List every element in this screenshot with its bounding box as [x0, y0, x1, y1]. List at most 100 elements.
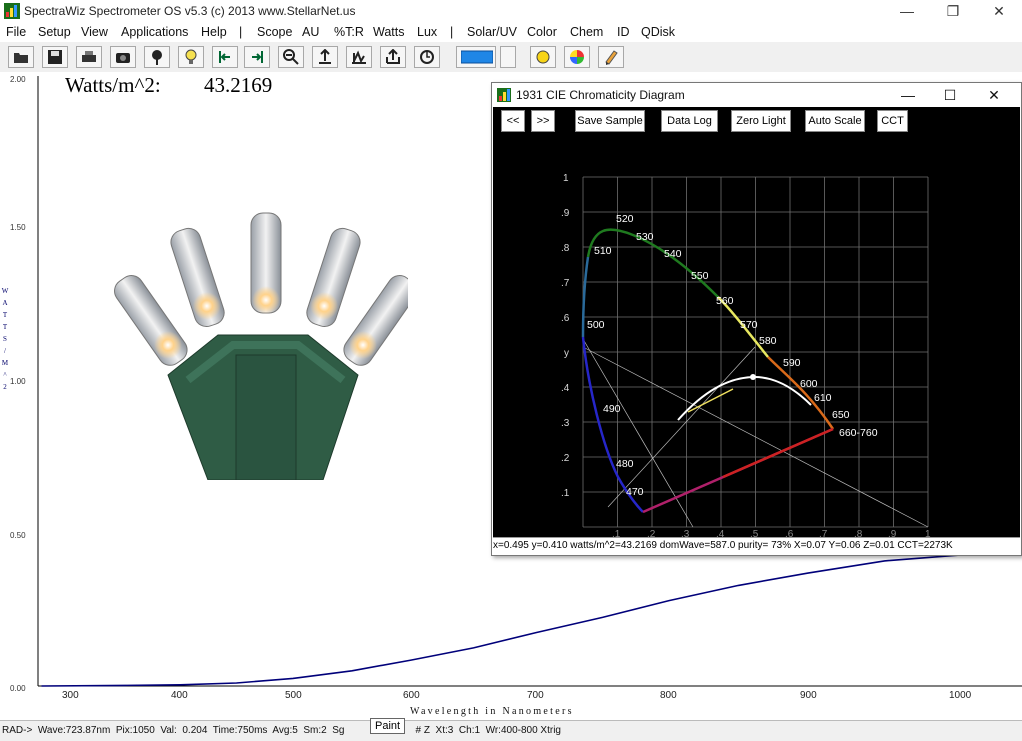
wavelength-label: 610	[814, 392, 832, 404]
wavelength-label: 520	[616, 213, 634, 225]
menu-applications[interactable]: Applications	[121, 25, 188, 39]
scroll-right-icon	[249, 49, 265, 65]
menu-view[interactable]: View	[81, 25, 108, 39]
cie-y-tick: .4	[561, 383, 570, 394]
cie-y-tick: 1	[563, 173, 569, 184]
cie-window-title: 1931 CIE Chromaticity Diagram	[516, 88, 685, 102]
pencil-button[interactable]	[598, 46, 624, 68]
menu-scope[interactable]: Scope	[257, 25, 292, 39]
lamp-icon	[183, 49, 199, 65]
menu-setup[interactable]: Setup	[38, 25, 71, 39]
camera-icon	[115, 49, 131, 65]
wavelength-label: 590	[783, 357, 801, 369]
menu-transmission[interactable]: %T:R	[334, 25, 364, 39]
color-wheel-button[interactable]	[564, 46, 590, 68]
peak-button[interactable]	[346, 46, 372, 68]
watts-readout-value: 43.2169	[204, 73, 272, 98]
wavelength-label: 660-760	[839, 427, 878, 439]
planckian-locus	[678, 377, 811, 420]
cie-minimize-button[interactable]: —	[888, 84, 928, 106]
probe-icon	[149, 49, 165, 65]
minimize-button[interactable]: —	[884, 0, 930, 22]
watts-readout-label: Watts/m^2:	[65, 73, 161, 98]
lamp-button[interactable]	[178, 46, 204, 68]
sample-point	[750, 374, 756, 380]
clock-button[interactable]	[414, 46, 440, 68]
color-wheel-icon	[569, 49, 585, 65]
menu-lux[interactable]: Lux	[417, 25, 437, 39]
menu-qdisk[interactable]: QDisk	[641, 25, 675, 39]
scroll-left-button[interactable]	[212, 46, 238, 68]
x-axis-label: Wavelength in Nanometers	[410, 706, 574, 717]
close-button[interactable]: ✕	[976, 0, 1022, 22]
cie-y-tick: .7	[561, 278, 570, 289]
x-tick-label: 500	[285, 690, 302, 701]
menu-id[interactable]: ID	[617, 25, 630, 39]
cie-x-tick: .9	[888, 529, 897, 537]
menu-chem[interactable]: Chem	[570, 25, 603, 39]
clock-icon	[419, 49, 435, 65]
save-icon	[47, 49, 63, 65]
menu-help[interactable]: Help	[201, 25, 227, 39]
toolbar	[0, 42, 1022, 73]
probe-button[interactable]	[144, 46, 170, 68]
y-axis-label: WATTS/M^2	[0, 285, 10, 393]
status-readout-tail: # Z Xt:3 Ch:1 Wr:400-800 Xtrig	[410, 725, 561, 736]
cie-maximize-button[interactable]: ☐	[930, 84, 970, 106]
status-readout: RAD-> Wave:723.87nm Pix:1050 Val: 0.204 …	[2, 725, 345, 736]
spectrawiz-logo-icon	[4, 3, 20, 19]
menu-file[interactable]: File	[6, 25, 26, 39]
print-icon	[81, 49, 97, 65]
print-button[interactable]	[76, 46, 102, 68]
bar-slider-handle[interactable]	[500, 46, 516, 68]
wavelength-label: 570	[740, 319, 758, 331]
zoom-out-icon	[283, 49, 299, 65]
x-tick-label: 300	[62, 690, 79, 701]
x-tick-label: 1000	[949, 690, 971, 701]
cie-x-tick: .3	[681, 529, 690, 537]
y-tick-label: 2.00	[10, 75, 26, 84]
open-button[interactable]	[8, 46, 34, 68]
x-tick-label: 700	[527, 690, 544, 701]
save-button[interactable]	[42, 46, 68, 68]
cie-y-tick: .3	[561, 418, 570, 429]
spectrawiz-logo-icon	[497, 88, 511, 102]
pencil-icon	[603, 49, 619, 65]
restore-button[interactable]: ❐	[930, 0, 976, 22]
menu-color[interactable]: Color	[527, 25, 557, 39]
spectrum-series-line	[42, 543, 1022, 686]
cie-x-tick: .5	[750, 529, 759, 537]
scroll-right-button[interactable]	[244, 46, 270, 68]
zoom-out-button[interactable]	[278, 46, 304, 68]
y-tick-label: 1.00	[10, 377, 26, 386]
menu-watts[interactable]: Watts	[373, 25, 404, 39]
cie-close-button[interactable]: ✕	[974, 84, 1014, 106]
menu-solar-uv[interactable]: Solar/UV	[467, 25, 517, 39]
menu-au[interactable]: AU	[302, 25, 319, 39]
sun-button[interactable]	[530, 46, 556, 68]
cie-x-tick: .4	[716, 529, 725, 537]
scroll-left-icon	[217, 49, 233, 65]
wavelength-label: 480	[616, 458, 634, 470]
export-icon	[385, 49, 401, 65]
wavelength-label: 530	[636, 231, 654, 243]
camera-button[interactable]	[110, 46, 136, 68]
export-button[interactable]	[380, 46, 406, 68]
wavelength-label: 540	[664, 248, 682, 260]
autoscale-icon	[317, 49, 333, 65]
cie-y-axis-label: y	[564, 348, 569, 359]
paint-tooltip: Paint	[370, 718, 405, 734]
menu-separator: |	[239, 25, 242, 39]
wavelength-label: 550	[691, 270, 709, 282]
cie-diagram-panel: << >> Save Sample Data Log Zero Light Au…	[493, 107, 1020, 537]
wavelength-label: 600	[800, 378, 818, 390]
autoscale-button[interactable]	[312, 46, 338, 68]
cie-x-tick: .8	[854, 529, 863, 537]
cie-x-tick: 1	[925, 529, 931, 537]
cie-x-tick: .7	[819, 529, 828, 537]
cie-chromaticity-diagram[interactable]: 1 .9 .8 .7 .6 y .4 .3 .2 .1 .1 .2 .3 .4 …	[493, 107, 1020, 537]
wavelength-label: 490	[603, 403, 621, 415]
integration-bar-button[interactable]	[456, 46, 496, 68]
cie-y-tick: .2	[561, 453, 570, 464]
cie-x-tick: .6	[785, 529, 794, 537]
